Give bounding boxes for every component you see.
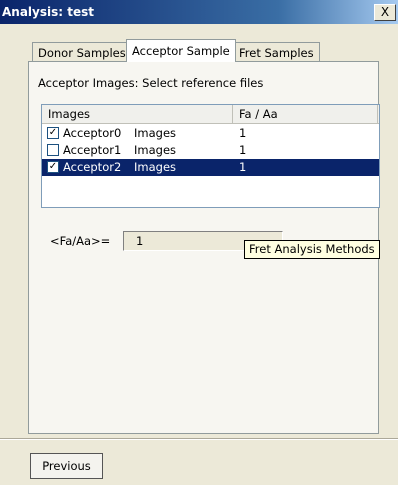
close-icon: X — [380, 5, 390, 19]
tab-acceptor-sample[interactable]: Acceptor Sample — [126, 39, 236, 62]
row-type: Images — [134, 126, 177, 140]
previous-button-label: Previous — [42, 459, 91, 473]
tooltip: Fret Analysis Methods — [244, 240, 380, 259]
list-row[interactable]: ✓ Acceptor0 Images 1 — [42, 125, 379, 142]
checkbox-checked-icon: ✓ — [47, 161, 59, 173]
row-checkbox[interactable]: ✓ — [47, 127, 59, 139]
row-name: Acceptor0 — [63, 126, 122, 140]
column-header-images[interactable]: Images — [42, 105, 233, 123]
row-name: Acceptor2 — [63, 160, 122, 174]
row-value: 1 — [239, 143, 247, 157]
close-button[interactable]: X — [374, 4, 396, 21]
row-name: Acceptor1 — [63, 143, 122, 157]
tab-label: Acceptor Sample — [132, 44, 230, 58]
tab-donor-samples[interactable]: Donor Samples — [32, 42, 132, 62]
row-value: 1 — [239, 160, 247, 174]
tooltip-text: Fret Analysis Methods — [249, 242, 375, 256]
previous-button[interactable]: Previous — [30, 453, 103, 479]
column-label: Fa / Aa — [239, 107, 278, 121]
list-row-selected[interactable]: ✓ Acceptor2 Images 1 — [42, 159, 379, 176]
tab-label: Donor Samples — [38, 46, 126, 60]
row-type: Images — [134, 160, 177, 174]
ratio-label: <Fa/Aa>= — [50, 234, 111, 248]
row-type: Images — [134, 143, 177, 157]
analysis-window: Analysis: test X Donor Samples Acceptor … — [0, 0, 398, 485]
list-header: Images Fa / Aa — [42, 105, 379, 124]
title-bar[interactable]: Analysis: test X — [0, 0, 398, 24]
footer-separator — [0, 438, 398, 440]
row-checkbox[interactable]: ✓ — [47, 161, 59, 173]
checkbox-unchecked-icon — [47, 144, 59, 156]
column-label: Images — [48, 107, 91, 121]
row-checkbox[interactable] — [47, 144, 59, 156]
tab-label: Fret Samples — [239, 46, 314, 60]
tab-fret-samples[interactable]: Fret Samples — [233, 42, 320, 62]
column-header-fa-aa[interactable]: Fa / Aa — [233, 105, 378, 123]
list-row[interactable]: Acceptor1 Images 1 — [42, 142, 379, 159]
row-value: 1 — [239, 126, 247, 140]
panel-heading: Acceptor Images: Select reference files — [38, 76, 264, 90]
checkbox-checked-icon: ✓ — [47, 127, 59, 139]
acceptor-images-list[interactable]: Images Fa / Aa ✓ Acceptor0 Images 1 Acce… — [41, 104, 380, 208]
ratio-value: 1 — [136, 234, 144, 248]
window-title: Analysis: test — [2, 5, 94, 19]
